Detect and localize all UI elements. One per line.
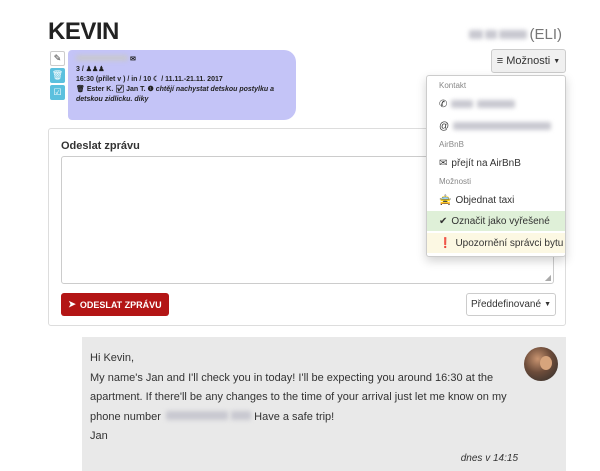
reservation-card[interactable]: ✉ 3 / ♟♟♟ 16:30 (přílet v ) / in / 10 ☾ …: [68, 50, 296, 120]
dropdown-header-options: Možnosti: [439, 177, 472, 186]
phone-redacted: [477, 100, 516, 108]
reservation-time: 16:30 (přílet v ) / in / 10 ☾ / 11.11.-2…: [76, 76, 223, 83]
notify-label: Upozornění správci bytu: [455, 237, 564, 249]
options-button[interactable]: ≡ Možnosti ▼: [491, 49, 566, 73]
reservation-contact: ✉: [76, 55, 288, 65]
check-square-icon[interactable]: ☑: [50, 85, 65, 100]
reservation-people: 🗑 Ester K. ☑ Jan T. ❶: [76, 86, 154, 93]
phone-redacted: [451, 100, 474, 108]
trash-icon[interactable]: 🗑: [50, 68, 65, 83]
hamburger-icon: ≡: [496, 55, 504, 67]
message-line: My name's Jan and I'll check you in toda…: [90, 371, 494, 384]
message-line: phone number: [90, 410, 161, 423]
options-button-label: Možnosti: [506, 55, 551, 67]
reservation-note: 🗑 Ester K. ☑ Jan T. ❶ chtějí nachystat d…: [76, 85, 288, 105]
edit-icon[interactable]: ✎: [50, 51, 65, 66]
dropdown-item-notify[interactable]: ❗ Upozornění správci bytu: [427, 233, 565, 253]
envelope-icon: ✉: [439, 157, 448, 169]
exclamation-circle-icon: ❗: [439, 237, 452, 249]
taxi-label: Objednat taxi: [455, 194, 515, 206]
user-name-redacted: [485, 30, 498, 39]
paper-plane-icon: ➤: [68, 299, 76, 309]
phone-redacted: [166, 410, 229, 420]
email-redacted: [453, 122, 552, 130]
reservation-guests: 3 / ♟♟♟: [76, 66, 105, 73]
message-line: apartment. If there'll be any changes to…: [90, 391, 507, 403]
send-message-label: ODESLAT ZPRÁVU: [79, 299, 162, 310]
message-bubble: Hi Kevin, My name's Jan and I'll check y…: [82, 337, 566, 471]
caret-down-icon: ▼: [544, 301, 551, 308]
resize-handle-icon[interactable]: ◢: [545, 273, 551, 282]
predefined-label: Předdefinované: [471, 299, 542, 310]
predefined-messages-button[interactable]: Předdefinované ▼: [466, 293, 556, 316]
taxi-icon: 🚖: [439, 194, 452, 206]
user-suffix: (ELI): [529, 26, 562, 43]
dropdown-item-phone[interactable]: ✆: [427, 94, 565, 114]
reservation-actions: ✎ 🗑 ☑: [50, 51, 65, 102]
user-name-redacted: [499, 30, 528, 39]
dropdown-item-airbnb[interactable]: ✉ přejít na AirBnB: [427, 153, 565, 173]
avatar: [524, 347, 558, 381]
message-text: Hi Kevin, My name's Jan and I'll check y…: [90, 349, 510, 447]
user-tag: (ELI): [469, 26, 562, 43]
dropdown-item-taxi[interactable]: 🚖 Objednat taxi: [427, 190, 565, 210]
dropdown-header-contact: Kontakt: [439, 81, 467, 90]
message-line: Jan: [90, 430, 108, 442]
email-redacted: [76, 55, 128, 61]
message-line: Hi Kevin,: [90, 352, 135, 364]
check-circle-icon: ✔: [439, 215, 448, 227]
dropdown-header-airbnb: AirBnB: [439, 140, 464, 149]
message-line: Have a safe trip!: [254, 410, 335, 423]
user-name-redacted: [469, 30, 484, 39]
dropdown-item-email[interactable]: @: [427, 116, 565, 136]
compose-label: Odeslat zprávu: [61, 140, 140, 152]
send-message-button[interactable]: ➤ ODESLAT ZPRÁVU: [61, 293, 169, 316]
dropdown-item-resolved[interactable]: ✔ Označit jako vyřešené: [427, 211, 565, 231]
caret-down-icon: ▼: [553, 57, 561, 65]
at-icon: @: [439, 120, 450, 132]
options-dropdown: Kontakt ✆ @ AirBnB ✉ přejít na AirBnB Mo…: [426, 75, 566, 257]
resolved-label: Označit jako vyřešené: [451, 215, 550, 227]
message-line-phone: phone number Have a safe trip!: [90, 408, 510, 428]
airbnb-link-label: přejít na AirBnB: [451, 157, 521, 169]
envelope-icon: ✉: [129, 56, 136, 63]
phone-icon: ✆: [439, 98, 448, 110]
message-time: dnes v 14:15: [460, 453, 518, 464]
phone-redacted: [231, 410, 252, 420]
guest-name-title: KEVIN: [48, 18, 119, 45]
